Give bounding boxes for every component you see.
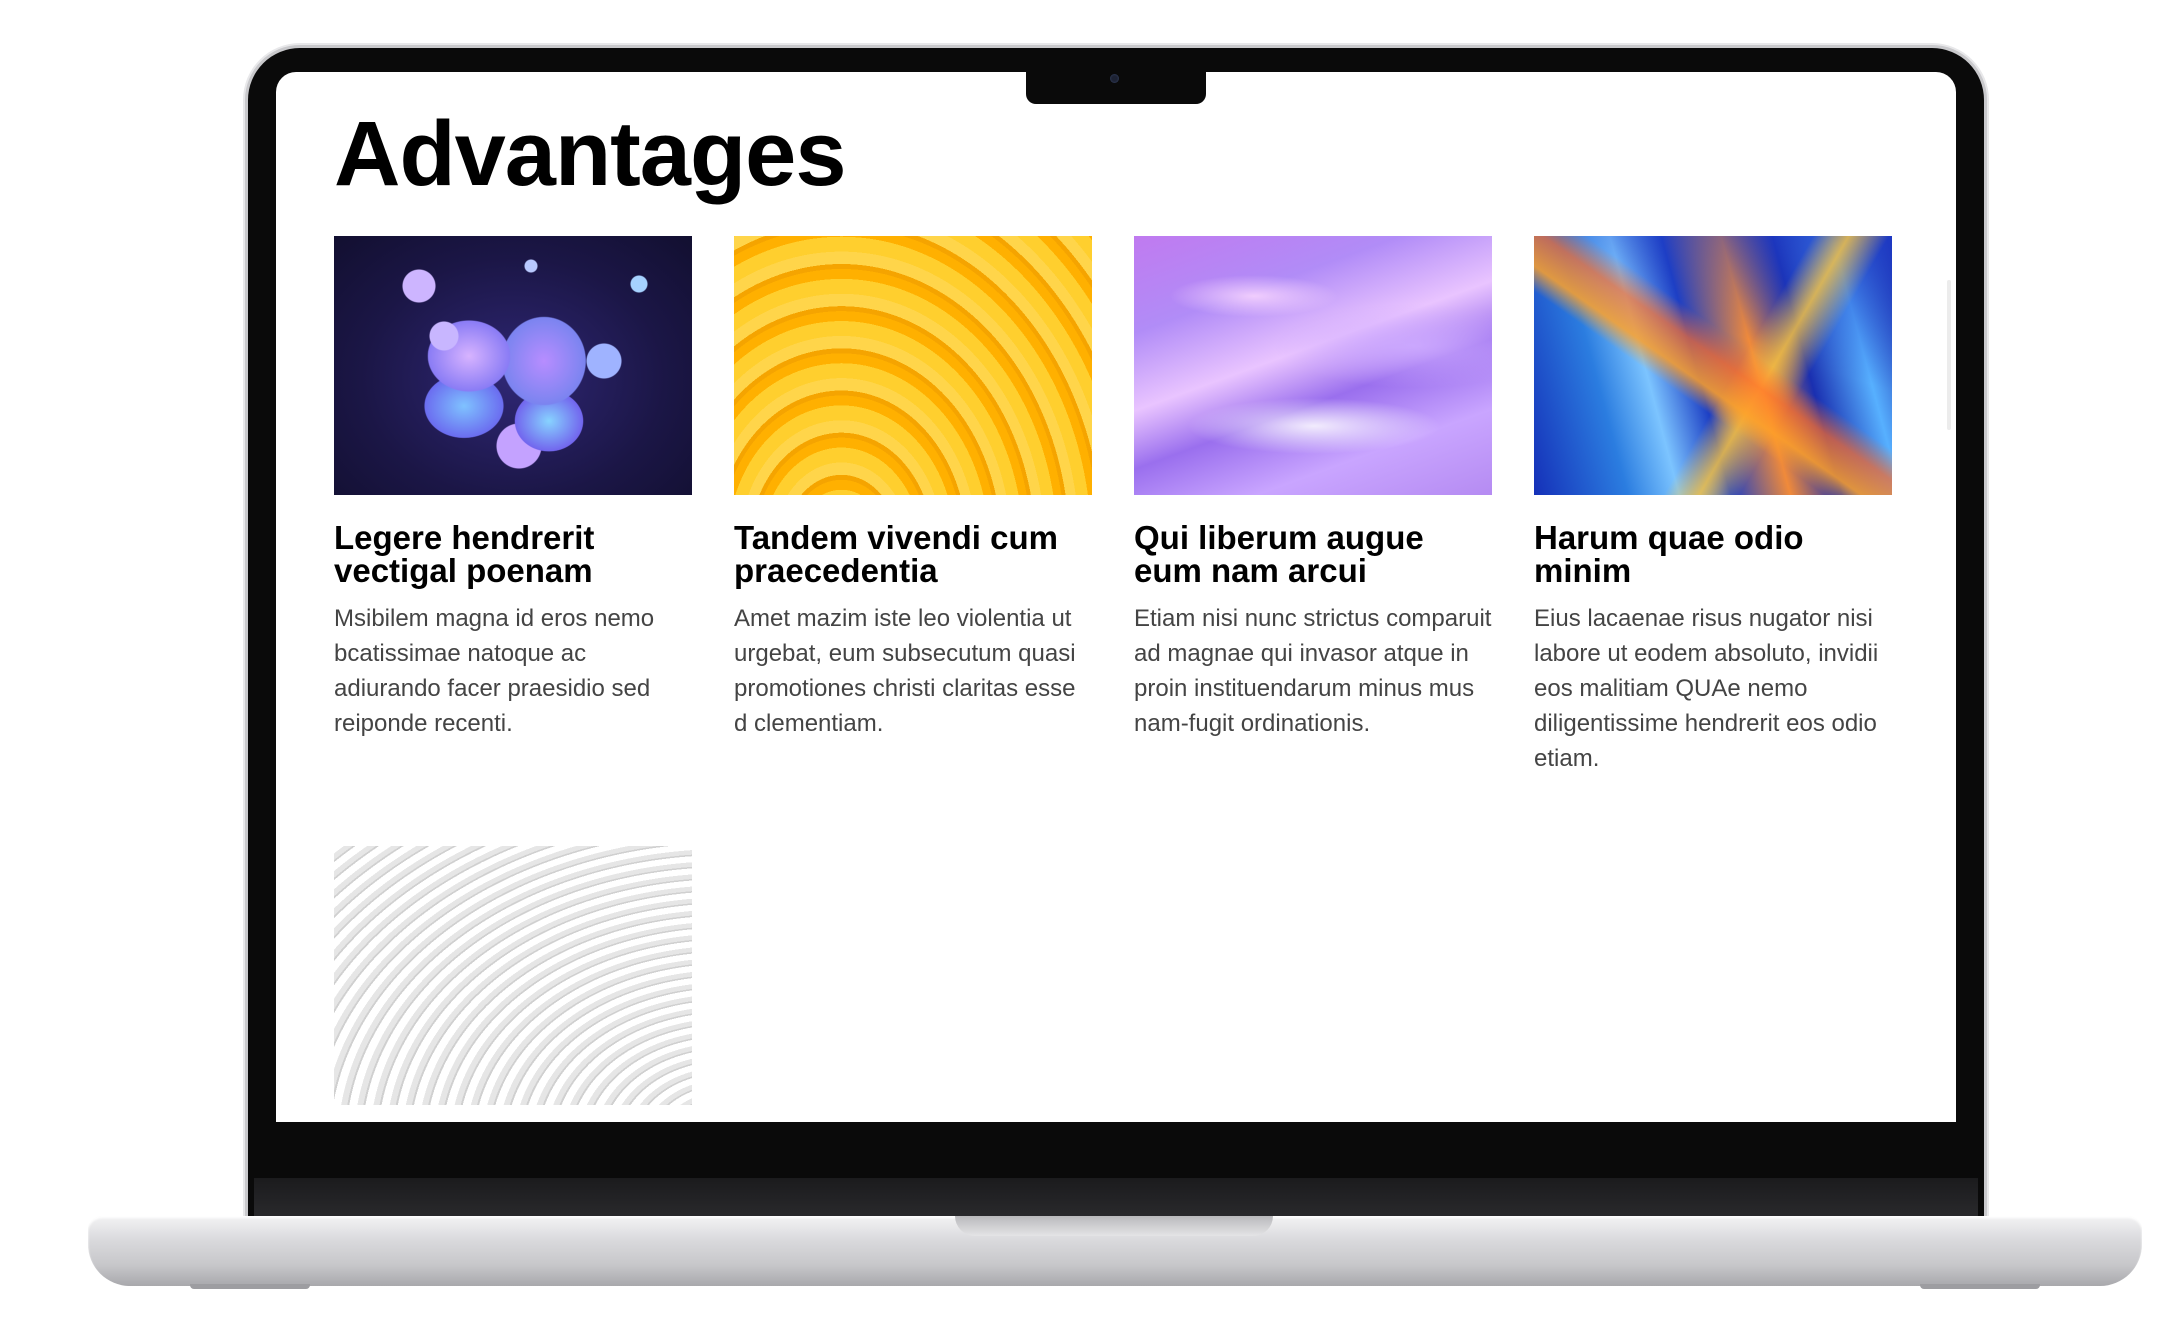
card-title: Legere hendrerit vectigal poenam	[334, 521, 692, 587]
card-title-line: eum nam arcui	[1134, 552, 1367, 589]
card-title-line: Legere hendrerit	[334, 519, 595, 556]
yellow-waves-image	[734, 236, 1092, 495]
advantage-card[interactable]: Legere hendrerit vectigal poenam Msibile…	[334, 236, 692, 741]
page-title: Advantages	[334, 103, 846, 205]
card-description: Msibilem magna id eros nemo bcatissimae …	[334, 605, 655, 737]
card-title-line: Harum quae odio	[1534, 519, 1804, 556]
advantage-card[interactable]: Qui liberum augue eum nam arcui Etiam ni…	[1134, 236, 1492, 741]
card-title-line: Qui liberum augue	[1134, 519, 1424, 556]
purple-silk-image	[1134, 236, 1492, 495]
laptop-opening-notch	[955, 1216, 1273, 1236]
card-title-line: vectigal poenam	[334, 552, 593, 589]
laptop-screen[interactable]: Advantages Legere hendrerit vectigal poe…	[276, 72, 1956, 1122]
card-title: Harum quae odio minim	[1534, 521, 1892, 587]
laptop-foot-right	[1920, 1284, 2040, 1289]
card-title-line: praecedentia	[734, 552, 938, 589]
advantage-card[interactable]: Harum quae odio minim Eius lacaenae risu…	[1534, 236, 1892, 776]
card-title: Qui liberum augue eum nam arcui	[1134, 521, 1492, 587]
laptop-foot-left	[190, 1284, 310, 1289]
scrollbar[interactable]	[1947, 280, 1951, 430]
white-arch-image	[334, 846, 692, 1105]
abstract-blobs-image	[334, 236, 692, 495]
card-description: Etiam nisi nunc strictus comparuit ad ma…	[1134, 605, 1492, 737]
advantage-card[interactable]: Tandem vivendi cum praecedentia Amet maz…	[734, 236, 1092, 741]
card-description: Amet mazim iste leo violentia ut urgebat…	[734, 605, 1076, 737]
card-title-line: Tandem vivendi cum	[734, 519, 1058, 556]
card-title: Tandem vivendi cum praecedentia	[734, 521, 1092, 587]
card-title-line: minim	[1534, 552, 1632, 589]
card-description: Eius lacaenae risus nugator nisi labore …	[1534, 605, 1879, 772]
advantage-card[interactable]	[334, 846, 692, 1105]
camera-icon	[1110, 74, 1119, 83]
blue-crystal-image	[1534, 236, 1892, 495]
